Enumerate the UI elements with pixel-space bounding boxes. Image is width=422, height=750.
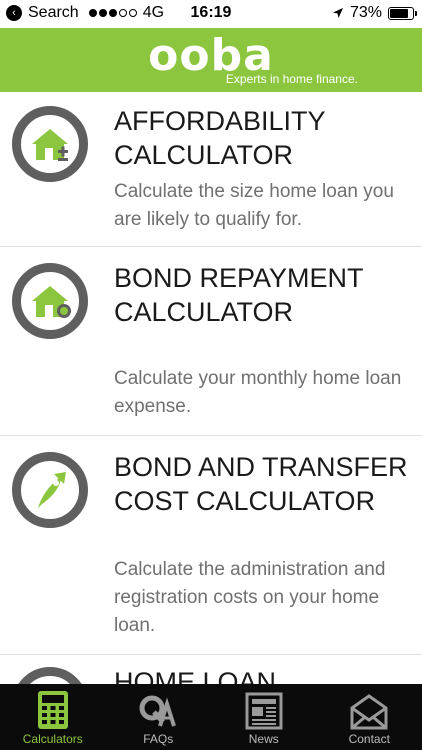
house-plus-minus-icon — [12, 106, 88, 182]
item-title: AFFORDABILITY CALCULATOR — [114, 106, 326, 170]
tab-news[interactable]: News — [211, 684, 317, 750]
rocket-leaf-icon — [12, 452, 88, 528]
qa-icon — [139, 695, 177, 727]
list-item-home-loan[interactable]: HOME LOAN — [0, 655, 422, 684]
list-item-bond-repayment-calculator[interactable]: BOND REPAYMENT CALCULATOR Calculate your… — [0, 247, 422, 436]
battery-percent: 73% — [349, 4, 382, 21]
tab-calculators[interactable]: Calculators — [0, 684, 106, 750]
calculator-list[interactable]: AFFORDABILITY CALCULATOR Calculate the s… — [0, 92, 422, 684]
item-description: Calculate the size home loan you are lik… — [114, 181, 394, 230]
battery-icon — [388, 6, 417, 20]
tab-label: News — [248, 732, 279, 746]
calculator-icon — [37, 691, 68, 729]
tab-bar: Calculators FAQs News Contact — [0, 684, 422, 750]
tab-label: Contact — [348, 732, 390, 746]
tab-faqs[interactable]: FAQs — [106, 684, 212, 750]
item-description: Calculate your monthly home loan expense… — [114, 368, 402, 417]
status-bar: ‹ Search 4G 16:19 73% — [0, 0, 422, 28]
location-arrow-icon — [332, 8, 343, 18]
status-right: 73% — [332, 4, 417, 22]
item-description: Calculate the administration and registr… — [114, 559, 386, 636]
house-coin-icon — [12, 263, 88, 339]
item-title: BOND REPAYMENT CALCULATOR — [114, 263, 364, 327]
item-title: BOND AND TRANSFER COST CALCULATOR — [114, 452, 408, 516]
list-item-affordability-calculator[interactable]: AFFORDABILITY CALCULATOR Calculate the s… — [0, 92, 422, 247]
ooba-logo: ooba — [148, 30, 274, 81]
newspaper-icon — [245, 692, 283, 730]
tab-contact[interactable]: Contact — [317, 684, 422, 750]
tab-label: FAQs — [143, 732, 174, 746]
header-tagline: Experts in home finance. — [225, 72, 358, 86]
item-title: HOME LOAN — [114, 667, 277, 684]
tab-label: Calculators — [22, 732, 83, 746]
ring-icon — [12, 667, 88, 684]
envelope-icon — [350, 694, 388, 730]
list-item-bond-transfer-cost-calculator[interactable]: BOND AND TRANSFER COST CALCULATOR Calcul… — [0, 436, 422, 655]
app-header: ooba Experts in home finance. — [0, 28, 422, 92]
